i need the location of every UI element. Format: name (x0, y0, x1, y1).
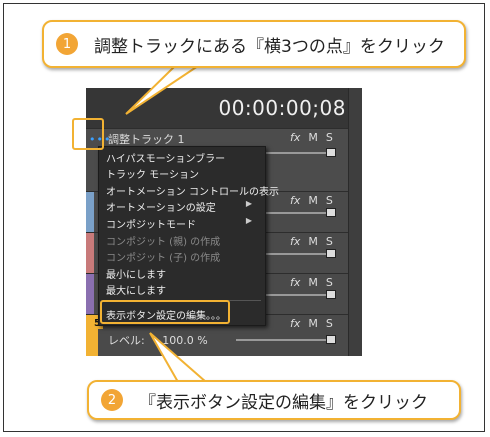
callout-text: 『表示ボタン設定の編集』をクリック (139, 392, 428, 413)
callout-step-2: 2 『表示ボタン設定の編集』をクリック (87, 380, 461, 420)
callout-2-pointer (149, 332, 209, 383)
step-number-badge: 1 (56, 33, 78, 55)
callout-step-1: 1 調整トラックにある『横3つの点』をクリック (42, 20, 466, 68)
callout-text: 調整トラックにある『横3つの点』をクリック (94, 36, 445, 57)
callout-1-pointer (125, 65, 202, 115)
step-number-badge: 2 (101, 389, 123, 411)
